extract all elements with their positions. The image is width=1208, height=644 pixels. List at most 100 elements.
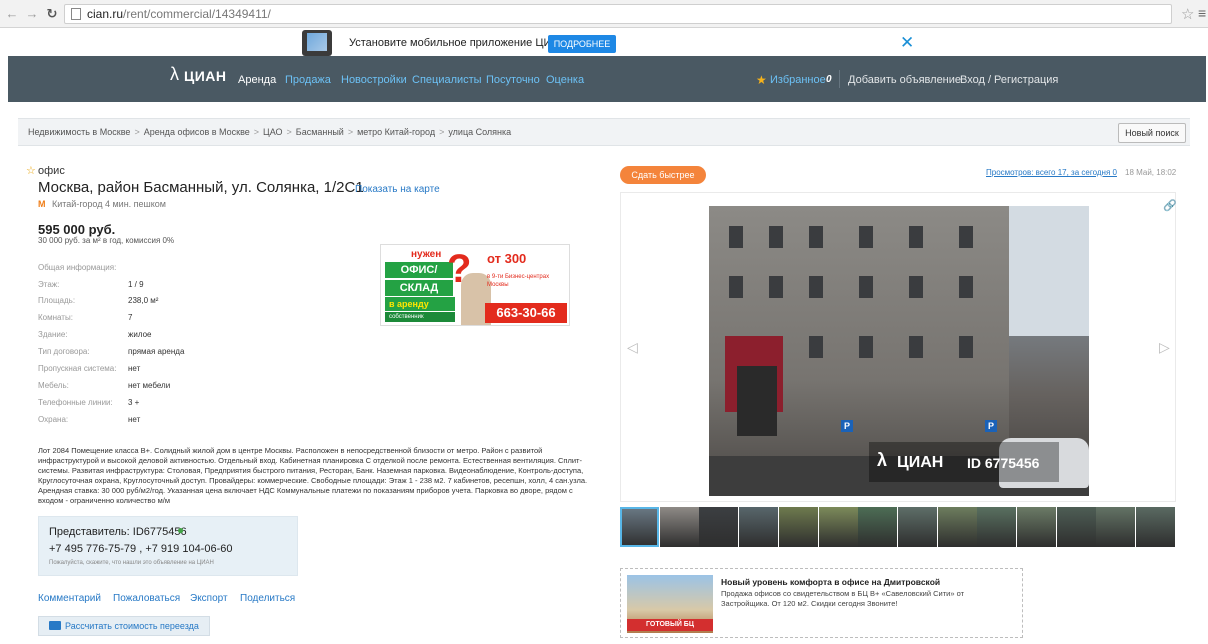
comment-link[interactable]: Комментарий [38, 593, 101, 604]
banner-need: нужен [411, 249, 442, 260]
add-listing-link[interactable]: Добавить объявление [848, 74, 961, 86]
parking-sign-icon: P [985, 420, 997, 432]
photo-window [809, 226, 823, 248]
representative-phones[interactable]: +7 495 776-75-79 , +7 919 104-06-60 [49, 543, 232, 555]
representative-hint: Пожалуйста, скажите, что нашли это объяв… [49, 560, 214, 566]
photo-thumbnail[interactable] [818, 507, 858, 547]
offer-title: Москва, район Басманный, ул. Солянка, 1/… [38, 179, 364, 196]
banner-office: ОФИС/ [385, 262, 453, 278]
photo-window [959, 336, 973, 358]
forward-arrow-icon[interactable]: → [24, 6, 40, 22]
banner-warehouse: СКЛАД [385, 280, 453, 296]
info-value: жилое [128, 330, 152, 339]
photo-thumbnail[interactable] [739, 507, 779, 547]
back-arrow-icon[interactable]: ← [4, 6, 20, 22]
share-link[interactable]: Поделиться [240, 593, 295, 604]
photo-gallery: ◁ ▷ 🔗 P P λ ЦИАН ID 6775456 [620, 192, 1177, 502]
breadcrumb-item[interactable]: метро Китай-город [357, 127, 435, 137]
site-logo[interactable]: ЦИАН [184, 68, 227, 84]
chevron-right-icon: > [134, 127, 140, 137]
photo-thumbnail[interactable] [858, 507, 898, 547]
browser-menu-icon[interactable]: ≡ [1198, 5, 1206, 21]
favorite-star-icon[interactable]: ☆ [26, 164, 36, 177]
breadcrumb-item[interactable]: Недвижимость в Москве [28, 127, 130, 137]
photo-thumbnail[interactable] [977, 507, 1017, 547]
reload-icon[interactable]: ↻ [44, 6, 60, 22]
complain-link[interactable]: Пожаловаться [113, 593, 180, 604]
url-path: /rent/commercial/14349411/ [123, 7, 271, 21]
bookmark-star-icon[interactable]: ☆ [1181, 5, 1194, 23]
info-value: 1 / 9 [128, 280, 144, 289]
photo-window [729, 276, 743, 298]
info-label: Телефонные линии: [38, 398, 113, 407]
breadcrumb-item[interactable]: Басманный [296, 127, 344, 137]
close-icon[interactable]: ✕ [900, 33, 914, 53]
rent-faster-button[interactable]: Сдать быстрее [620, 166, 706, 184]
info-label: Комнаты: [38, 313, 73, 322]
watermark: λ ЦИАН ID 6775456 [869, 442, 1059, 482]
login-link[interactable]: Вход / Регистрация [960, 74, 1058, 86]
info-header: Общая информация: [38, 263, 117, 272]
photo-window [959, 276, 973, 298]
info-value: прямая аренда [128, 347, 185, 356]
watermark-logo: ЦИАН [897, 454, 944, 471]
promo-ad[interactable]: ГОТОВЫЙ БЦ Новый уровень комфорта в офис… [620, 568, 1023, 638]
photo-window [859, 226, 873, 248]
favorites-link[interactable]: Избранное [770, 74, 826, 86]
photo-thumbnail[interactable] [659, 507, 699, 547]
main-photo[interactable]: P P λ ЦИАН ID 6775456 [709, 206, 1089, 496]
photo-thumbnail[interactable] [620, 507, 659, 547]
page-icon [71, 8, 81, 20]
photo-thumbnail[interactable] [699, 507, 739, 547]
photo-thumbnail[interactable] [1096, 507, 1136, 547]
nav-divider [839, 70, 840, 88]
info-label: Здание: [38, 330, 68, 339]
views-link[interactable]: Просмотров: всего 17, за сегодня 0 [986, 168, 1117, 177]
favorites-star-icon[interactable]: ★ [756, 73, 767, 87]
nav-item-sale[interactable]: Продажа [285, 74, 331, 86]
favorites-count: 0 [826, 74, 832, 85]
office-rent-banner[interactable]: нужен ОФИС/ СКЛАД в аренду собственник ?… [380, 244, 570, 326]
new-search-button[interactable]: Новый поиск [1118, 123, 1186, 143]
photo-thumbnail[interactable] [778, 507, 818, 547]
offer-type: офис [38, 165, 65, 177]
nav-item-valuation[interactable]: Оценка [546, 74, 584, 86]
photo-window [909, 226, 923, 248]
url-host: cian.ru [87, 7, 124, 21]
show-on-map-link[interactable]: Показать на карте [355, 184, 440, 195]
logo-icon[interactable]: λ [170, 64, 179, 85]
ad-image-label: ГОТОВЫЙ БЦ [627, 619, 713, 631]
photo-thumbnail[interactable] [1056, 507, 1096, 547]
photo-thumbnail[interactable] [897, 507, 937, 547]
chevron-right-icon[interactable]: ▷ [1159, 339, 1170, 356]
watermark-id: ID 6775456 [967, 455, 1040, 471]
photo-sky [1009, 206, 1089, 336]
parking-sign-icon: P [841, 420, 853, 432]
metro-info: Китай-город 4 мин. пешком [52, 199, 166, 209]
nav-item-daily[interactable]: Посуточно [486, 74, 540, 86]
photo-thumbnail[interactable] [1017, 507, 1056, 547]
info-label: Тип договора: [38, 347, 90, 356]
address-bar[interactable]: cian.ru /rent/commercial/14349411/ [64, 4, 1172, 24]
chevron-left-icon[interactable]: ◁ [627, 339, 638, 356]
publish-date: 18 Май, 18:02 [1125, 168, 1177, 177]
representative-card: Представитель: ID6775456 ● +7 495 776-75… [38, 516, 298, 576]
breadcrumb: Недвижимость в Москве > Аренда офисов в Мо… [28, 127, 511, 137]
breadcrumb-item[interactable]: Аренда офисов в Москве [144, 127, 250, 137]
nav-item-rent[interactable]: Аренда [238, 74, 276, 86]
link-icon[interactable]: 🔗 [1163, 199, 1177, 212]
breadcrumb-item[interactable]: ЦАО [263, 127, 282, 137]
promo-more-button[interactable]: ПОДРОБНЕЕ [548, 35, 616, 53]
nav-item-specialists[interactable]: Специалисты [412, 74, 482, 86]
ad-title[interactable]: Новый уровень комфорта в офисе на Дмитро… [721, 577, 940, 587]
photo-thumbnail[interactable] [1136, 507, 1176, 547]
nav-item-new-buildings[interactable]: Новостройки [341, 74, 407, 86]
breadcrumb-item[interactable]: улица Солянка [448, 127, 511, 137]
export-link[interactable]: Экспорт [190, 593, 228, 604]
main-navigation: λ ЦИАН Аренда Продажа Новостройки Специа… [8, 56, 1206, 102]
info-label: Охрана: [38, 415, 69, 424]
info-label: Площадь: [38, 296, 76, 305]
entrance-door [737, 366, 777, 436]
photo-thumbnail[interactable] [937, 507, 977, 547]
calculate-moving-button[interactable]: Рассчитать стоимость переезда [38, 616, 210, 636]
